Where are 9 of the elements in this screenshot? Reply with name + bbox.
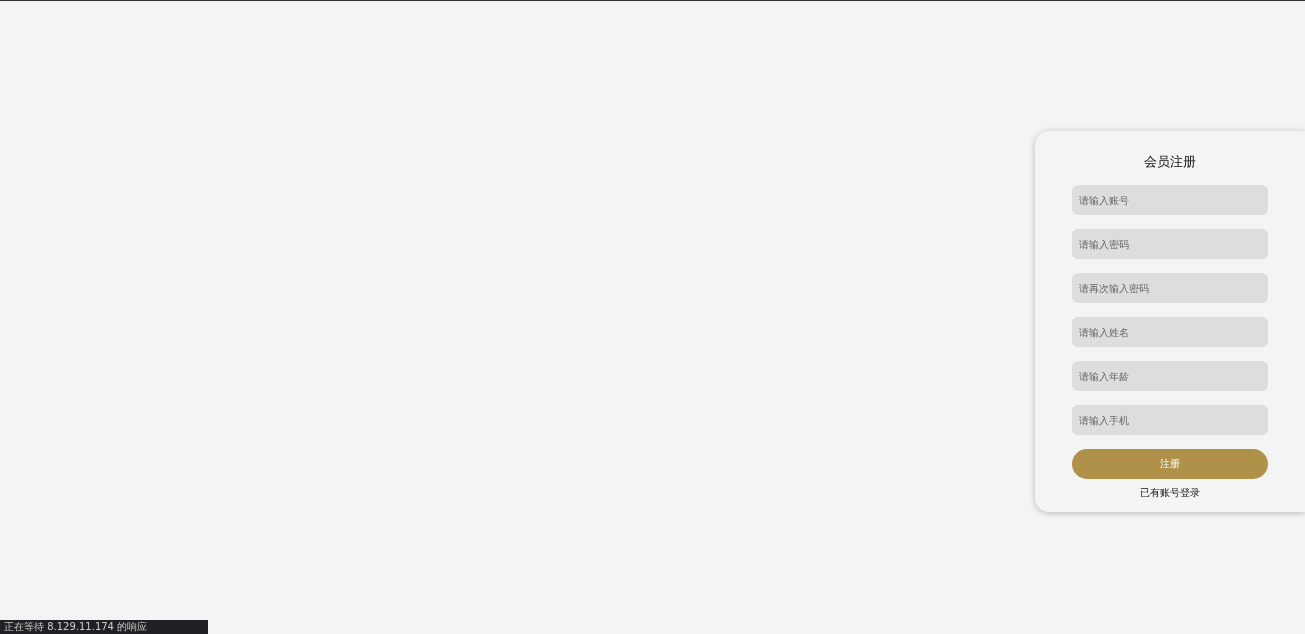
input-field[interactable]: 请输入姓名 xyxy=(1072,317,1268,347)
input-field[interactable]: 请输入手机 xyxy=(1072,405,1268,435)
input-field[interactable]: 请输入年龄 xyxy=(1072,361,1268,391)
input-field[interactable]: 请输入密码 xyxy=(1072,229,1268,259)
input-field[interactable]: 请输入账号 xyxy=(1072,185,1268,215)
form-title: 会员注册 xyxy=(1144,153,1196,171)
status-text: 正在等待 8.129.11.174 的响应 xyxy=(0,620,208,634)
login-link[interactable]: 已有账号登录 xyxy=(1140,486,1200,500)
input-field[interactable]: 请再次输入密码 xyxy=(1072,273,1268,303)
